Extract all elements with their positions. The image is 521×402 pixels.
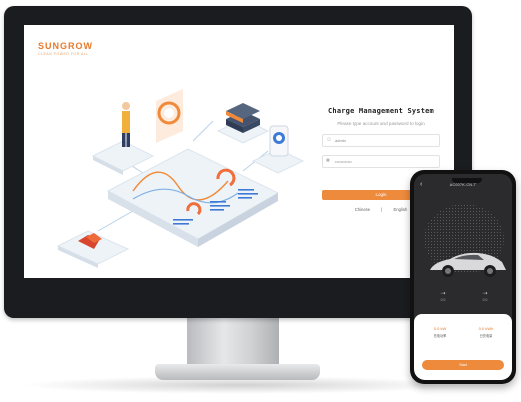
metric-power: 0.0 kW 充电功率 [420, 326, 460, 338]
stat-right-value: 0.0 [482, 298, 488, 302]
phone-device: ‹ AC007K-CN-T ⇢ 0.0 ⇢ 0.0 0.0 kW 充电功率 0.… [410, 170, 516, 384]
phone-title: AC007K-CN-T [449, 183, 477, 187]
username-input[interactable] [335, 135, 435, 146]
stat-right: ⇢ 0.0 [470, 290, 500, 302]
lock-icon: ■ [326, 158, 330, 164]
metric-energy-value: 0.0 kWh [478, 326, 494, 331]
logo-text: SUNGROW [38, 41, 93, 51]
person-platform [91, 102, 155, 175]
metric-power-value: 0.0 kW [433, 326, 447, 331]
arrow-right-icon: ⇢ [440, 291, 446, 297]
password-field[interactable]: ■ [322, 155, 440, 168]
stat-left-value: 0.0 [440, 298, 446, 302]
server-stack [216, 103, 270, 144]
monitor-bezel: SUNGROW CLEAN POWER FOR ALL Charge Manag… [4, 6, 472, 318]
gauge-panel [156, 89, 183, 143]
phone-notch [452, 178, 482, 183]
password-input[interactable] [335, 156, 435, 167]
lang-chinese[interactable]: Chinese [355, 207, 370, 212]
lang-english[interactable]: English [394, 207, 408, 212]
metric-energy-label: 已充电量 [479, 334, 493, 338]
phone-screen: ‹ AC007K-CN-T ⇢ 0.0 ⇢ 0.0 0.0 kW 充电功率 0.… [414, 174, 512, 380]
username-field[interactable]: ☺ [322, 134, 440, 147]
login-subtitle: Please type account and password to logi… [337, 121, 425, 126]
stat-left: ⇢ 0.0 [428, 290, 458, 302]
metric-power-label: 充电功率 [433, 334, 447, 338]
car-image [430, 252, 506, 277]
isometric-illustration [56, 89, 305, 268]
charger-platform [56, 230, 130, 268]
monitor-stand-neck [187, 318, 279, 368]
metric-energy: 0.0 kWh 已充电量 [466, 326, 506, 338]
logo-tagline: CLEAN POWER FOR ALL [38, 52, 89, 56]
user-icon: ☺ [326, 137, 333, 143]
charge-card: 0.0 kW 充电功率 0.0 kWh 已充电量 Start [414, 314, 512, 380]
login-title: Charge Management System [328, 107, 434, 115]
start-charge-button[interactable]: Start [422, 360, 504, 370]
arrow-right-icon: ⇢ [482, 291, 488, 297]
monitor-screen: SUNGROW CLEAN POWER FOR ALL Charge Manag… [24, 25, 454, 278]
monitor-stand-foot [155, 364, 320, 380]
lang-separator: | [381, 207, 383, 212]
sungrow-logo: SUNGROW CLEAN POWER FOR ALL [38, 41, 93, 56]
